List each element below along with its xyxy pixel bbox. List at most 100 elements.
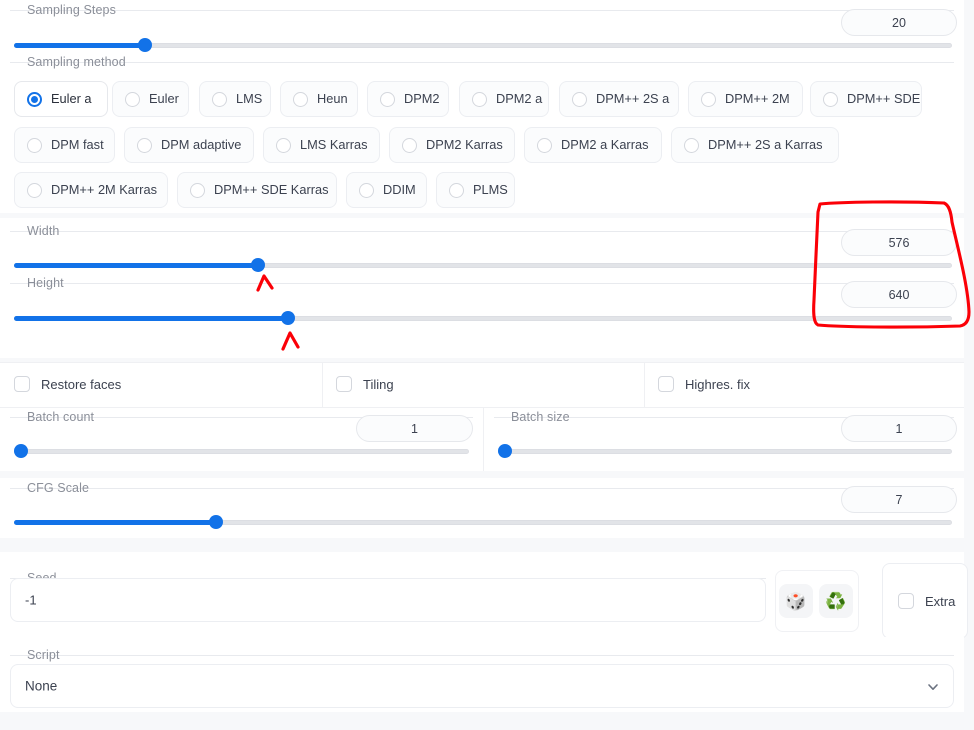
slider-thumb[interactable] bbox=[250, 258, 265, 272]
width-label: Width bbox=[22, 223, 66, 239]
restore-faces-label: Restore faces bbox=[41, 376, 122, 392]
radio-icon bbox=[823, 91, 838, 107]
radio-icon bbox=[27, 182, 42, 198]
radio-icon bbox=[572, 91, 587, 107]
sampling-method-option-dpmpp-2m-karras[interactable]: DPM++ 2M Karras bbox=[14, 172, 168, 208]
sampling-method-label: Sampling method bbox=[22, 54, 132, 70]
slider-fill bbox=[14, 263, 258, 268]
batch-count-value: 1 bbox=[411, 421, 418, 436]
cfg-scale-value-input[interactable]: 7 bbox=[841, 486, 957, 513]
recycle-icon[interactable]: ♻️ bbox=[819, 584, 853, 618]
sampling-method-option-dpm2-a[interactable]: DPM2 a bbox=[459, 81, 549, 117]
radio-icon bbox=[293, 91, 308, 107]
toggles-top-divider bbox=[0, 362, 964, 363]
sampling-steps-slider[interactable] bbox=[14, 38, 952, 52]
radio-icon bbox=[684, 137, 699, 153]
option-label: DPM adaptive bbox=[161, 136, 242, 152]
sampling-method-option-lms-karras[interactable]: LMS Karras bbox=[263, 127, 380, 163]
sampling-method-option-dpm2-karras[interactable]: DPM2 Karras bbox=[389, 127, 515, 163]
option-label: DPM++ SDE bbox=[847, 90, 921, 106]
slider-thumb[interactable] bbox=[280, 311, 295, 325]
sampling-method-option-dpm2-a-karras[interactable]: DPM2 a Karras bbox=[524, 127, 662, 163]
sampling-method-option-lms[interactable]: LMS bbox=[199, 81, 271, 117]
toggles-block bbox=[0, 362, 964, 407]
height-fieldset: Height bbox=[10, 275, 954, 291]
seed-input[interactable]: -1 bbox=[10, 578, 766, 622]
cfg-scale-block bbox=[0, 478, 964, 538]
script-label: Script bbox=[22, 647, 66, 663]
sampling-method-option-dpmpp-2m[interactable]: DPM++ 2M bbox=[688, 81, 803, 117]
sampling-method-option-dpm2[interactable]: DPM2 bbox=[367, 81, 449, 117]
batch-divider bbox=[483, 407, 484, 471]
radio-icon bbox=[27, 137, 42, 153]
sampling-steps-value: 20 bbox=[892, 15, 906, 30]
option-label: LMS Karras bbox=[300, 136, 368, 152]
slider-thumb[interactable] bbox=[498, 444, 512, 458]
width-fieldset: Width bbox=[10, 223, 954, 239]
option-label: DPM++ 2M bbox=[725, 90, 790, 106]
sampling-method-option-ddim[interactable]: DDIM bbox=[346, 172, 427, 208]
cfg-scale-label: CFG Scale bbox=[22, 480, 96, 496]
option-label: LMS bbox=[236, 90, 263, 106]
tiling-checkbox[interactable]: Tiling bbox=[336, 376, 394, 392]
sampling-method-option-dpmpp-sde-karras[interactable]: DPM++ SDE Karras bbox=[177, 172, 337, 208]
sampling-method-option-euler-a[interactable]: Euler a bbox=[14, 81, 108, 117]
sampling-method-fieldset: Sampling method bbox=[10, 54, 954, 70]
slider-fill bbox=[14, 520, 216, 525]
slider-thumb[interactable] bbox=[138, 38, 153, 52]
radio-icon bbox=[276, 137, 291, 153]
sampling-method-option-dpm-fast[interactable]: DPM fast bbox=[14, 127, 115, 163]
checkbox-icon bbox=[658, 376, 674, 392]
dice-glyph: 🎲 bbox=[785, 591, 807, 611]
slider-fill bbox=[14, 43, 146, 48]
extra-checkbox[interactable]: Extra bbox=[898, 593, 955, 609]
batch-size-slider[interactable] bbox=[498, 444, 952, 458]
sampling-steps-value-input[interactable]: 20 bbox=[841, 9, 957, 36]
sampling-method-option-dpmpp-sde[interactable]: DPM++ SDE bbox=[810, 81, 922, 117]
batch-count-slider[interactable] bbox=[14, 444, 469, 458]
width-slider[interactable] bbox=[14, 258, 952, 272]
batch-size-value-input[interactable]: 1 bbox=[841, 415, 957, 442]
radio-icon bbox=[212, 91, 227, 107]
height-slider[interactable] bbox=[14, 311, 952, 325]
radio-icon bbox=[125, 91, 140, 107]
toggles-divider-1 bbox=[322, 362, 323, 407]
option-label: DPM++ SDE Karras bbox=[214, 181, 329, 197]
script-value: None bbox=[25, 678, 58, 694]
sampling-method-option-dpmpp-2s-a-karras[interactable]: DPM++ 2S a Karras bbox=[671, 127, 839, 163]
option-label: Euler a bbox=[51, 90, 92, 106]
option-label: DPM++ 2S a Karras bbox=[708, 136, 823, 152]
slider-thumb[interactable] bbox=[208, 515, 223, 529]
sampling-method-option-dpmpp-2s-a[interactable]: DPM++ 2S a bbox=[559, 81, 679, 117]
cfg-scale-value: 7 bbox=[895, 492, 903, 507]
width-value-input[interactable]: 576 bbox=[841, 229, 957, 256]
slider-thumb[interactable] bbox=[14, 444, 28, 458]
option-label: DPM2 bbox=[404, 90, 440, 106]
highres-fix-checkbox[interactable]: Highres. fix bbox=[658, 376, 750, 392]
recycle-glyph: ♻️ bbox=[825, 591, 847, 611]
extra-label: Extra bbox=[925, 593, 956, 609]
option-label: PLMS bbox=[473, 181, 508, 197]
sampling-method-option-plms[interactable]: PLMS bbox=[436, 172, 515, 208]
radio-icon bbox=[701, 91, 716, 107]
batch-count-value-input[interactable]: 1 bbox=[356, 415, 473, 442]
radio-icon bbox=[380, 91, 395, 107]
cfg-scale-slider[interactable] bbox=[14, 515, 952, 529]
checkbox-icon bbox=[336, 376, 352, 392]
option-label: DPM2 Karras bbox=[426, 136, 503, 152]
option-label: DPM2 a Karras bbox=[561, 136, 649, 152]
batch-size-label: Batch size bbox=[506, 409, 576, 425]
dice-icon[interactable]: 🎲 bbox=[779, 584, 813, 618]
tiling-label: Tiling bbox=[363, 376, 394, 392]
sampling-method-option-heun[interactable]: Heun bbox=[280, 81, 358, 117]
option-label: Heun bbox=[317, 90, 348, 106]
restore-faces-checkbox[interactable]: Restore faces bbox=[14, 376, 121, 392]
radio-icon bbox=[137, 137, 152, 153]
checkbox-icon bbox=[14, 376, 30, 392]
sampling-method-option-dpm-adaptive[interactable]: DPM adaptive bbox=[124, 127, 254, 163]
txt2img-settings-panel: Sampling Steps 20 Sampling method Euler … bbox=[0, 0, 974, 730]
script-select[interactable]: None bbox=[10, 664, 954, 708]
radio-icon bbox=[472, 91, 487, 107]
sampling-method-option-euler[interactable]: Euler bbox=[112, 81, 189, 117]
height-value-input[interactable]: 640 bbox=[841, 281, 957, 308]
